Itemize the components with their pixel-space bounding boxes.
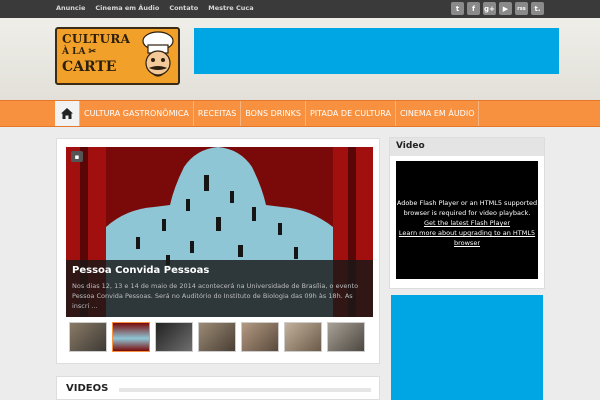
top-bar: Anuncie Cinema em Áudio Contato Mestre C… bbox=[0, 0, 600, 18]
featured-slider-panel: ▪ Pessoa Convida Pessoas Nos dias 12, 13… bbox=[56, 138, 380, 364]
main-nav: CULTURA GASTRONÔMICA RECEITAS BONS DRINK… bbox=[0, 100, 600, 127]
thumbnail-3[interactable] bbox=[155, 322, 193, 352]
video-widget: Video Adobe Flash Player or an HTML5 sup… bbox=[389, 137, 545, 289]
flash-player-link[interactable]: Get the latest Flash Player bbox=[396, 218, 538, 228]
thumbnail-1[interactable] bbox=[69, 322, 107, 352]
slider-thumbnails bbox=[69, 322, 365, 352]
slide-title[interactable]: Pessoa Convida Pessoas bbox=[72, 265, 209, 276]
top-link-mestre-cuca[interactable]: Mestre Cuca bbox=[208, 4, 253, 12]
social-icons: t f g+ ▶ rss t. bbox=[451, 2, 544, 15]
logo-line-1: CULTURA bbox=[62, 32, 131, 46]
top-link-anuncie[interactable]: Anuncie bbox=[56, 4, 85, 12]
rss-icon[interactable]: rss bbox=[515, 2, 528, 15]
logo-line-2: À LA ✂ bbox=[62, 47, 97, 57]
featured-slide[interactable]: ▪ Pessoa Convida Pessoas Nos dias 12, 13… bbox=[66, 147, 373, 317]
logo-line-3: CARTE bbox=[62, 59, 117, 75]
nav-item-receitas[interactable]: RECEITAS bbox=[194, 101, 242, 126]
youtube-icon[interactable]: ▶ bbox=[499, 2, 512, 15]
home-icon bbox=[61, 108, 73, 119]
thumbnail-7[interactable] bbox=[327, 322, 365, 352]
facebook-icon[interactable]: f bbox=[467, 2, 480, 15]
nav-item-cinema-em-audio[interactable]: CINEMA EM ÁUDIO bbox=[396, 101, 480, 126]
thumbnail-2[interactable] bbox=[112, 322, 150, 352]
tumblr-icon[interactable]: t. bbox=[531, 2, 544, 15]
thumbnail-5[interactable] bbox=[241, 322, 279, 352]
site-header: CULTURA À LA ✂ CARTE bbox=[0, 18, 600, 100]
slide-category-icon: ▪ bbox=[71, 151, 83, 162]
nav-item-pitada-de-cultura[interactable]: PITADA DE CULTURA bbox=[306, 101, 396, 126]
google-plus-icon[interactable]: g+ bbox=[483, 2, 496, 15]
nav-item-bons-drinks[interactable]: BONS DRINKS bbox=[241, 101, 306, 126]
top-links: Anuncie Cinema em Áudio Contato Mestre C… bbox=[56, 4, 254, 12]
top-link-cinema[interactable]: Cinema em Áudio bbox=[95, 4, 159, 12]
slide-caption: Pessoa Convida Pessoas Nos dias 12, 13 e… bbox=[66, 260, 373, 317]
header-ad-banner[interactable] bbox=[194, 28, 559, 74]
nav-item-cultura-gastronomica[interactable]: CULTURA GASTRONÔMICA bbox=[80, 101, 194, 126]
sidebar-ad-banner[interactable] bbox=[391, 295, 543, 400]
video-widget-title: Video bbox=[390, 138, 544, 156]
home-button[interactable] bbox=[55, 101, 80, 126]
site-logo[interactable]: CULTURA À LA ✂ CARTE bbox=[55, 27, 180, 85]
thumbnail-4[interactable] bbox=[198, 322, 236, 352]
thumbnail-6[interactable] bbox=[284, 322, 322, 352]
flash-message: Adobe Flash Player or an HTML5 supported… bbox=[396, 199, 538, 217]
section-divider bbox=[119, 388, 371, 392]
videos-heading: VIDEOS bbox=[66, 383, 109, 394]
slide-excerpt: Nos dias 12, 13 e 14 de maio de 2014 aco… bbox=[72, 282, 359, 310]
video-player[interactable]: Adobe Flash Player or an HTML5 supported… bbox=[396, 161, 538, 279]
videos-section: VIDEOS bbox=[56, 376, 380, 400]
chef-mascot-icon bbox=[142, 31, 174, 77]
html5-upgrade-link[interactable]: Learn more about upgrading to an HTML5 b… bbox=[396, 228, 538, 248]
twitter-icon[interactable]: t bbox=[451, 2, 464, 15]
top-link-contato[interactable]: Contato bbox=[169, 4, 198, 12]
